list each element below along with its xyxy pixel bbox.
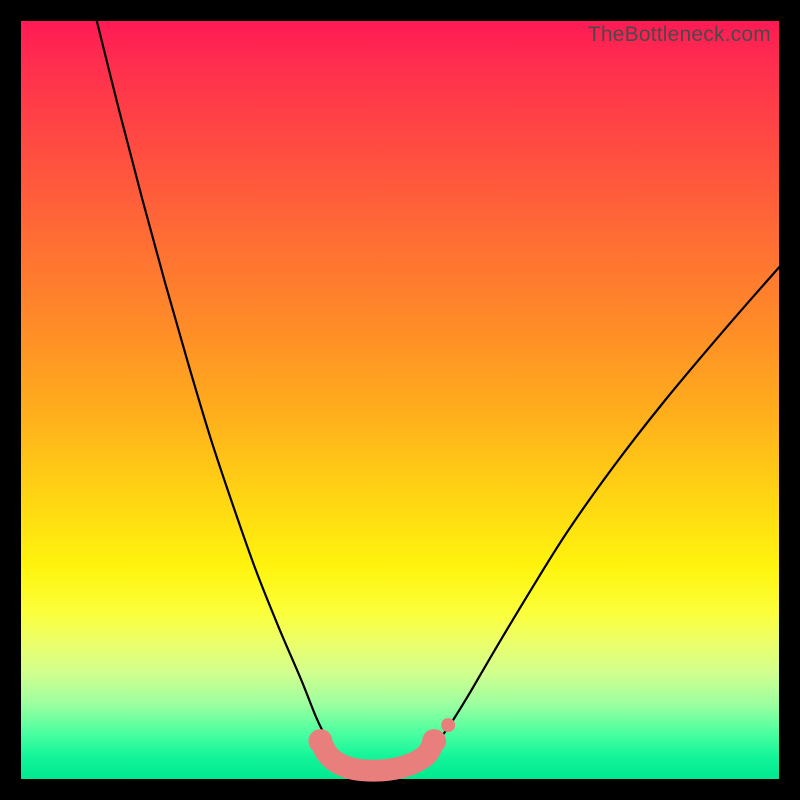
right-curve	[430, 267, 779, 752]
curve-layer	[21, 21, 779, 779]
chart-frame: TheBottleneck.com	[0, 0, 800, 800]
connector-endpoint	[308, 729, 332, 753]
connector-segment	[320, 741, 434, 771]
left-curve	[97, 21, 336, 752]
plot-area: TheBottleneck.com	[21, 21, 779, 779]
connector-dot	[441, 718, 455, 732]
connector-endpoint	[422, 729, 446, 753]
